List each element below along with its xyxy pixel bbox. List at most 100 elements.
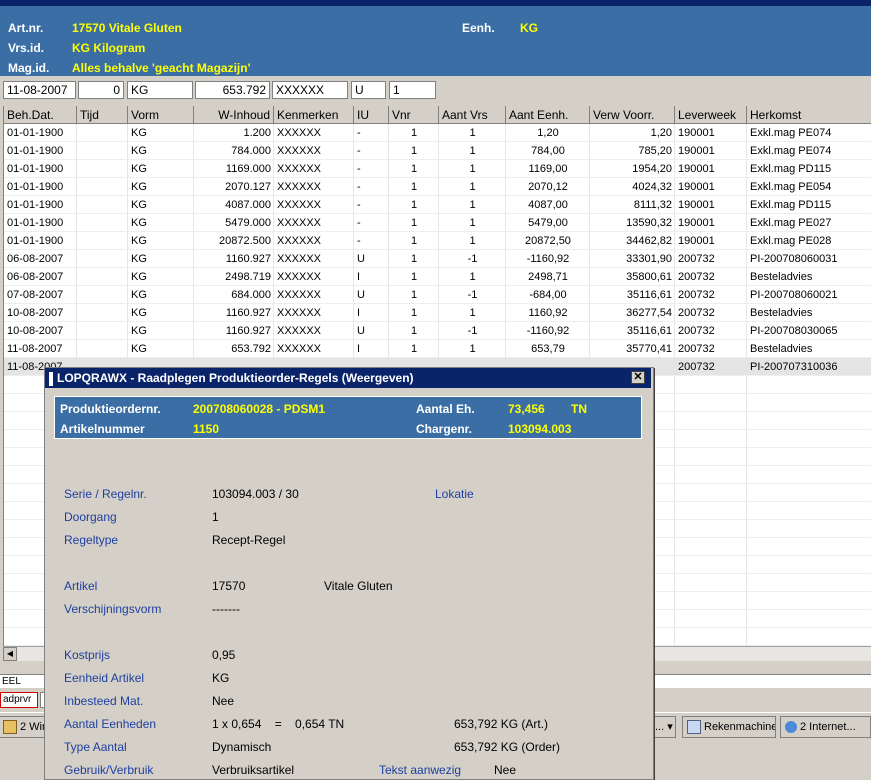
folder-icon bbox=[3, 720, 17, 735]
table-cell: XXXXXX bbox=[277, 271, 322, 283]
table-cell: 1 bbox=[469, 217, 476, 229]
col-header[interactable]: Herkomst bbox=[747, 106, 871, 124]
table-cell: 1 bbox=[410, 199, 418, 211]
table-cell: KG bbox=[131, 217, 147, 229]
table-cell: 01-01-1900 bbox=[7, 163, 64, 175]
eenheid-value: KG bbox=[212, 671, 230, 685]
table-cell: 10-08-2007 bbox=[7, 325, 64, 337]
taskbar-internet-button[interactable]: 2 Internet... bbox=[780, 716, 871, 738]
table-cell bbox=[77, 142, 128, 160]
vrsid-value: KG Kilogram bbox=[72, 41, 146, 55]
table-cell: 1,20 bbox=[537, 127, 559, 139]
filter-vnr-field[interactable]: 1 bbox=[389, 81, 436, 99]
eenheid-label: Eenheid Artikel bbox=[64, 671, 145, 685]
table-cell bbox=[77, 196, 128, 214]
table-cell: KG bbox=[131, 181, 147, 193]
table-cell: 2498.719 bbox=[225, 271, 271, 283]
filter-time-field[interactable]: 0 bbox=[78, 81, 124, 99]
table-cell: Besteladvies bbox=[750, 271, 813, 283]
filter-amount-field[interactable]: 653.792 bbox=[195, 81, 270, 99]
filter-unit-field[interactable]: KG bbox=[127, 81, 193, 99]
table-cell: XXXXXX bbox=[277, 289, 322, 301]
table-cell: 1 bbox=[410, 217, 418, 229]
table-cell: PI-200707310036 bbox=[750, 361, 838, 373]
col-header[interactable]: IU bbox=[354, 106, 389, 124]
table-cell: Exkl.mag PE074 bbox=[750, 127, 832, 139]
doorgang-label: Doorgang bbox=[64, 510, 117, 524]
table-row[interactable]: 01-01-1900 KG 1.200 XXXXXX - 1 1 1,20 1,20 190001… bbox=[4, 124, 871, 142]
filter-remarks-field[interactable]: XXXXXX bbox=[272, 81, 348, 99]
table-cell: 1 bbox=[410, 271, 418, 283]
table-cell: 01-01-1900 bbox=[7, 181, 64, 193]
col-header[interactable]: Vnr bbox=[389, 106, 439, 124]
aantal-unit: TN bbox=[571, 402, 587, 416]
dialog-titlebar[interactable]: LOPQRAWX - Raadplegen Produktieorder-Reg… bbox=[45, 368, 651, 388]
col-header[interactable]: Kenmerken bbox=[274, 106, 354, 124]
filter-io-field[interactable]: U bbox=[351, 81, 386, 99]
table-cell: -1 bbox=[467, 289, 478, 301]
table-row[interactable]: 11-08-2007 KG 653.792 XXXXXX I 1 1 653,79 35770,… bbox=[4, 340, 871, 358]
table-cell: 1160.927 bbox=[225, 307, 271, 319]
calculator-icon bbox=[687, 720, 701, 735]
session-tab[interactable]: adprvr bbox=[0, 692, 38, 708]
table-cell: Exkl.mag PE027 bbox=[750, 217, 832, 229]
col-header[interactable]: Aant Vrs bbox=[439, 106, 506, 124]
table-row[interactable]: 06-08-2007 KG 1160.927 XXXXXX U 1 -1 -1160,92 33… bbox=[4, 250, 871, 268]
table-row[interactable]: 10-08-2007 KG 1160.927 XXXXXX I 1 1 1160,92 3627… bbox=[4, 304, 871, 322]
table-cell: KG bbox=[131, 289, 147, 301]
charge-label: Chargenr. bbox=[416, 422, 473, 436]
table-cell: I bbox=[357, 343, 361, 355]
table-row[interactable]: 10-08-2007 KG 1160.927 XXXXXX U 1 -1 -1160,92 35… bbox=[4, 322, 871, 340]
internet-explorer-icon bbox=[785, 721, 797, 734]
table-row[interactable]: 01-01-1900 KG 20872.500 XXXXXX - 1 1 20872,50 34… bbox=[4, 232, 871, 250]
table-row[interactable]: 01-01-1900 KG 1169.000 XXXXXX - 1 1 1169,00 1954… bbox=[4, 160, 871, 178]
table-cell: 1 bbox=[410, 307, 418, 319]
table-row[interactable]: 01-01-1900 KG 2070.127 XXXXXX - 1 1 2070,12 4024… bbox=[4, 178, 871, 196]
table-cell: PI-200708060031 bbox=[750, 253, 838, 265]
taskbar-rekenmachine-button[interactable]: Rekenmachine bbox=[682, 716, 776, 738]
eenh-value: KG bbox=[520, 21, 538, 35]
col-header[interactable]: Leverweek bbox=[675, 106, 747, 124]
table-cell: Exkl.mag PD115 bbox=[750, 163, 832, 175]
serie-label: Serie / Regelnr. bbox=[64, 487, 147, 501]
status-strip-text: EEL bbox=[2, 676, 21, 687]
table-cell: KG bbox=[131, 127, 147, 139]
table-cell: 1 bbox=[410, 253, 418, 265]
col-header[interactable]: Verw Voorr. bbox=[590, 106, 675, 124]
table-row[interactable]: 07-08-2007 KG 684.000 XXXXXX U 1 -1 -684,00 3511… bbox=[4, 286, 871, 304]
artnr-value: 17570 Vitale Gluten bbox=[72, 21, 182, 35]
table-cell: 1 bbox=[410, 343, 418, 355]
table-cell bbox=[77, 304, 128, 322]
table-cell: 07-08-2007 bbox=[7, 289, 64, 301]
table-row[interactable]: 01-01-1900 KG 5479.000 XXXXXX - 1 1 5479,00 1359… bbox=[4, 214, 871, 232]
serie-value: 103094.003 / 30 bbox=[212, 487, 299, 501]
table-cell: 35770,41 bbox=[626, 343, 672, 355]
col-header[interactable]: W-Inhoud bbox=[194, 106, 274, 124]
table-cell: 200732 bbox=[678, 307, 715, 319]
table-cell: PI-200708060021 bbox=[750, 289, 838, 301]
table-cell: XXXXXX bbox=[277, 181, 322, 193]
col-header[interactable]: Vorm bbox=[128, 106, 194, 124]
table-cell: Exkl.mag PE054 bbox=[750, 181, 832, 193]
close-icon[interactable]: ✕ bbox=[631, 371, 645, 384]
table-cell: U bbox=[357, 253, 365, 265]
table-cell bbox=[77, 322, 128, 340]
table-row[interactable]: 01-01-1900 KG 784.000 XXXXXX - 1 1 784,00 785,20… bbox=[4, 142, 871, 160]
table-cell: 1 bbox=[469, 271, 476, 283]
col-header[interactable]: Beh.Dat. bbox=[4, 106, 77, 124]
table-cell: 1.200 bbox=[243, 127, 271, 139]
col-header[interactable]: Aant Eenh. bbox=[506, 106, 590, 124]
table-cell: 01-01-1900 bbox=[7, 145, 64, 157]
filter-date-field[interactable]: 11-08-2007 bbox=[3, 81, 76, 99]
table-cell: - bbox=[357, 163, 361, 175]
table-row[interactable]: 06-08-2007 KG 2498.719 XXXXXX I 1 1 2498,71 3580… bbox=[4, 268, 871, 286]
table-cell: XXXXXX bbox=[277, 163, 322, 175]
table-cell: -1 bbox=[467, 253, 478, 265]
scroll-left-icon[interactable]: ◀ bbox=[3, 647, 17, 661]
taskbar-windows-button[interactable]: 2 Wind bbox=[0, 716, 46, 738]
magid-label: Mag.id. bbox=[8, 61, 50, 75]
table-row[interactable]: 01-01-1900 KG 4087.000 XXXXXX - 1 1 4087,00 8111… bbox=[4, 196, 871, 214]
col-header[interactable]: Tijd bbox=[77, 106, 128, 124]
aantal-label: Aantal Eh. bbox=[416, 402, 475, 416]
table-cell: XXXXXX bbox=[277, 325, 322, 337]
